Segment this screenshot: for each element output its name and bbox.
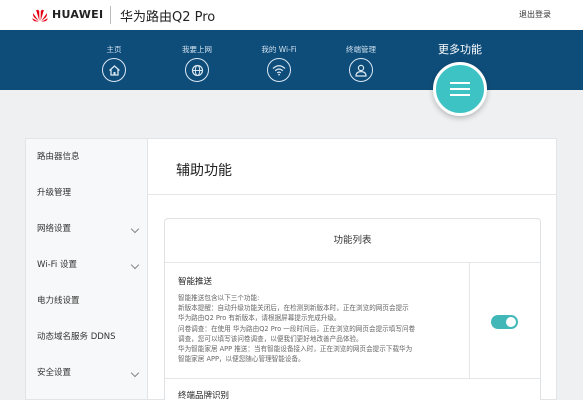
globe-icon (185, 58, 209, 82)
feature-name: 智能推送 (178, 277, 213, 287)
sidebar-item-label: 电力线设置 (37, 296, 80, 306)
sidebar-item-router-info[interactable]: 路由器信息 (26, 139, 148, 175)
nav-item-label: 我要上网 (182, 45, 212, 54)
user-icon (349, 58, 373, 82)
sidebar-item-upgrade[interactable]: 升级管理 (26, 175, 148, 211)
sidebar-item-label: 网络设置 (37, 224, 72, 234)
nav-item-label: 主页 (106, 45, 122, 54)
home-icon (102, 58, 126, 82)
sidebar: 路由器信息 升级管理 网络设置 Wi-Fi 设置 电力线设置 动态域名服务 DD… (25, 138, 147, 400)
sidebar-item-security[interactable]: 安全设置 (26, 355, 148, 391)
sidebar-item-label: Wi-Fi 设置 (37, 260, 77, 270)
desc-line: 智能家居 APP，以便您随心管理智能设备。 (178, 355, 305, 364)
smart-push-toggle[interactable] (491, 315, 518, 329)
panel-title: 功能列表 (165, 219, 540, 263)
chevron-down-icon (130, 368, 140, 378)
huawei-logo-icon (32, 9, 48, 22)
desc-line: 新版本提醒：自动升级功能关闭后，在检测到新版本时，正在浏览的网页会提示 (178, 304, 409, 313)
product-name: 华为路由Q2 Pro (120, 10, 216, 25)
nav-item-internet[interactable]: 我要上网 (167, 44, 227, 82)
top-bar: HUAWEI 华为路由Q2 Pro 退出登录 (0, 0, 583, 30)
feature-name: 终端品牌识别 (178, 391, 230, 400)
chevron-down-icon (130, 260, 140, 270)
sidebar-item-powerline[interactable]: 电力线设置 (26, 283, 148, 319)
page-title: 辅助功能 (176, 163, 232, 179)
more-features-button[interactable] (433, 62, 487, 116)
nav-item-label: 终端管理 (346, 45, 376, 54)
sidebar-item-network[interactable]: 网络设置 (26, 211, 148, 247)
brand-name: HUAWEI (52, 8, 104, 21)
feature-list-panel: 功能列表 智能推送 智能推送包含以下三个功能: 新版本提醒：自动升级功能关闭后，… (164, 218, 541, 400)
desc-line: 智能推送包含以下三个功能: (178, 294, 260, 302)
nav-item-devices[interactable]: 终端管理 (331, 44, 391, 82)
nav-item-home[interactable]: 主页 (84, 44, 144, 82)
toggle-knob (506, 317, 516, 327)
wifi-icon (267, 58, 291, 82)
sidebar-item-wifi[interactable]: Wi-Fi 设置 (26, 247, 148, 283)
nav-item-label: 我的 Wi-Fi (261, 45, 297, 54)
nav-item-wifi[interactable]: 我的 Wi-Fi (249, 44, 309, 82)
menu-icon (450, 82, 470, 96)
sidebar-item-label: 动态域名服务 DDNS (37, 332, 116, 342)
sidebar-item-label: 升级管理 (37, 188, 72, 198)
brand-divider (110, 6, 111, 24)
main-content: 辅助功能 功能列表 智能推送 智能推送包含以下三个功能: 新版本提醒：自动升级功… (147, 138, 557, 400)
sidebar-item-ddns[interactable]: 动态域名服务 DDNS (26, 319, 148, 355)
chevron-down-icon (130, 224, 140, 234)
feature-row-smart-push: 智能推送 智能推送包含以下三个功能: 新版本提醒：自动升级功能关闭后，在检测到新… (165, 263, 540, 379)
logout-link[interactable]: 退出登录 (519, 9, 551, 20)
desc-line: 华为智能家居 APP 推送：当有智能设备接入时，正在浏览的网页会提示下载华为 (178, 345, 413, 354)
title-divider (148, 194, 556, 195)
main-nav: 主页 我要上网 我的 Wi-Fi 终端管理 更多功能 (0, 30, 583, 90)
desc-line: 华为路由Q2 Pro 有新版本，请根据屏幕提示完成升级。 (178, 314, 341, 323)
sidebar-item-label: 路由器信息 (37, 152, 80, 162)
column-divider (469, 263, 470, 379)
sidebar-item-label: 安全设置 (37, 368, 72, 378)
nav-item-more-label: 更多功能 (438, 43, 482, 56)
desc-line: 问卷调查：在使用 华为路由Q2 Pro 一段时间后，正在浏览的网页会提示填写问卷 (178, 324, 416, 333)
desc-line: 调查，您可以填写该问卷调查，以便我们更好地改善产品体验。 (178, 334, 363, 343)
feature-description: 智能推送包含以下三个功能: 新版本提醒：自动升级功能关闭后，在检测到新版本时，正… (178, 293, 468, 364)
